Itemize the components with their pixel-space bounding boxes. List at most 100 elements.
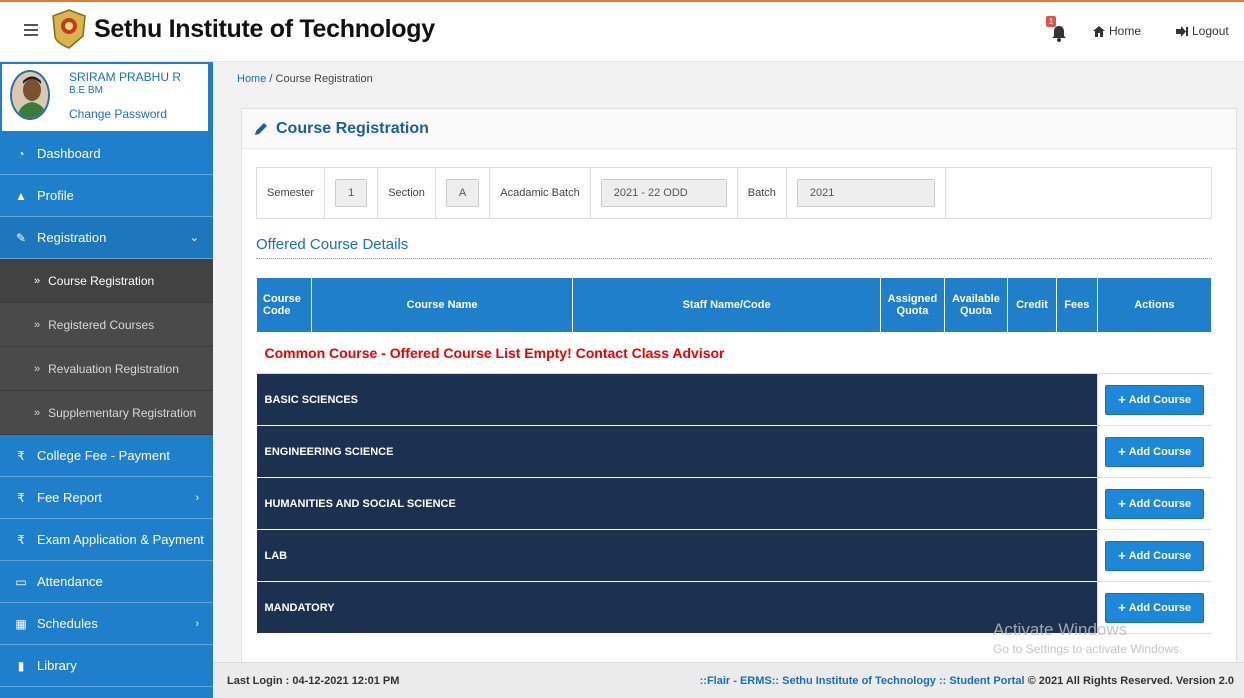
offered-course-table: Course Code Course Name Staff Name/Code … [255, 277, 1213, 634]
table-row: HUMANITIES AND SOCIAL SCIENCE + Add Cours… [256, 477, 1212, 530]
top-bar: Sethu Institute of Technology 1 Home Log… [0, 0, 1244, 62]
empty-list-message: Common Course - Offered Course List Empt… [256, 332, 1212, 374]
panel-header: Course Registration [242, 109, 1236, 149]
batch-field: 2021 [796, 179, 935, 207]
home-label: Home [1109, 24, 1142, 38]
copyright-text: © 2021 All Rights Reserved. Version 2.0 [1024, 675, 1234, 687]
sidebar-item-label: Dashboard [37, 146, 101, 161]
user-icon: ▲ [15, 188, 27, 203]
double-chevron-right-icon: » [34, 274, 41, 287]
sidebar-item-label: Exam Application & Payment [37, 532, 204, 547]
sidebar-item-label: Schedules [37, 616, 98, 631]
sidebar-item-label: Library [37, 658, 77, 673]
filter-row: Semester 1 Section A Acadamic Batch 2021… [256, 167, 1212, 219]
sidebar-item-college-fee[interactable]: ₹ College Fee - Payment [0, 435, 213, 477]
chevron-down-icon: ⌄ [189, 232, 199, 244]
sidebar-item-dashboard[interactable]: ◔ Dashboard [0, 133, 213, 175]
sidebar-item-registration[interactable]: ✎ Registration ⌄ [0, 217, 213, 259]
column-header: Fees [1055, 277, 1098, 333]
sidebar-item-label: Registered Courses [48, 317, 155, 332]
dashboard-icon: ◔ [17, 146, 25, 161]
logout-label: Logout [1192, 24, 1229, 38]
section-label: Section [388, 187, 425, 199]
plus-icon: + [1118, 548, 1126, 563]
avatar [10, 70, 50, 120]
edit-icon: ✎ [15, 230, 27, 245]
double-chevron-right-icon: » [34, 362, 41, 375]
column-header: Course Name [311, 277, 574, 333]
plus-icon: + [1118, 496, 1126, 511]
sidebar-item-label: Supplementary Registration [48, 405, 197, 420]
sidebar-item-schedules[interactable]: ▦ Schedules › [0, 603, 213, 645]
registration-submenu: » Course Registration » Registered Cours… [0, 259, 213, 435]
home-link[interactable]: Home [1093, 24, 1141, 38]
academic-batch-field: 2021 - 22 ODD [600, 179, 727, 207]
table-row: LAB + Add Course [256, 529, 1212, 582]
change-password-link[interactable]: Change Password [69, 107, 167, 121]
breadcrumb-home-link[interactable]: Home [237, 73, 266, 85]
page-title: Course Registration [276, 119, 429, 137]
semester-label: Semester [267, 187, 315, 199]
chevron-right-icon: › [195, 491, 199, 504]
double-chevron-right-icon: » [34, 318, 41, 331]
sidebar-item-fee-report[interactable]: ₹ Fee Report › [0, 477, 213, 519]
sidebar-item-profile[interactable]: ▲ Profile [0, 175, 213, 217]
sidebar-item-label: Fee Report [37, 490, 103, 505]
user-name: SRIRAM PRABHU R [69, 70, 182, 84]
footer: Last Login : 04-12-2021 12:01 PM ::Flair… [213, 662, 1244, 698]
add-course-button[interactable]: + Add Course [1105, 540, 1205, 571]
institute-logo [52, 9, 86, 49]
sidebar-item-label: Course Registration [48, 273, 155, 288]
column-header: Course Code [255, 277, 313, 333]
sidebar-item-label: Registration [37, 230, 107, 245]
sidebar-item-label: College Fee - Payment [37, 448, 170, 463]
add-course-button[interactable]: + Add Course [1105, 592, 1205, 623]
sidebar-item-label: Profile [37, 188, 74, 203]
table-row: BASIC SCIENCES + Add Course [256, 373, 1212, 426]
add-course-button[interactable]: + Add Course [1105, 488, 1205, 519]
user-panel: SRIRAM PRABHU R B.E BM Change Password [0, 62, 213, 133]
last-login: Last Login : 04-12-2021 12:01 PM [227, 675, 400, 687]
plus-icon: + [1118, 600, 1126, 615]
breadcrumb: Home / Course Registration [237, 73, 373, 85]
plus-icon: + [1118, 444, 1126, 459]
table-row: ENGINEERING SCIENCE + Add Course [256, 425, 1212, 478]
notification-bell[interactable]: 1 [1046, 16, 1070, 44]
sidebar-item-library[interactable]: ▮ Library [0, 645, 213, 687]
add-course-button[interactable]: + Add Course [1105, 384, 1205, 415]
menu-toggle-icon[interactable] [24, 24, 38, 38]
copyright: ::Flair - ERMS:: Sethu Institute of Tech… [700, 675, 1234, 687]
add-course-button[interactable]: + Add Course [1105, 436, 1205, 467]
course-registration-panel: Course Registration Semester 1 Section A… [241, 108, 1237, 668]
windows-activation-hint: Go to Settings to activate Windows. [993, 642, 1183, 656]
plus-icon: + [1118, 392, 1126, 407]
sidebar-item-exam-application[interactable]: ₹ Exam Application & Payment [0, 519, 213, 561]
sidebar-item-label: Revaluation Registration [48, 361, 179, 376]
sidebar-item-course-registration[interactable]: » Course Registration [0, 259, 213, 303]
sidebar-item-attendance[interactable]: ▭ Attendance [0, 561, 213, 603]
sidebar-item-revaluation-registration[interactable]: » Revaluation Registration [0, 347, 213, 391]
chevron-right-icon: › [195, 617, 199, 630]
category-label: MANDATORY [256, 581, 1098, 634]
calendar-icon: ▭ [15, 574, 27, 589]
portal-link[interactable]: ::Flair - ERMS:: Sethu Institute of Tech… [700, 675, 1025, 687]
batch-label: Batch [747, 187, 776, 199]
category-label: HUMANITIES AND SOCIAL SCIENCE [256, 477, 1098, 530]
logout-link[interactable]: Logout [1176, 24, 1229, 38]
academic-batch-label: Acadamic Batch [500, 187, 580, 199]
sidebar: SRIRAM PRABHU R B.E BM Change Password ◔… [0, 62, 213, 698]
sidebar-item-registered-courses[interactable]: » Registered Courses [0, 303, 213, 347]
book-icon: ▮ [17, 658, 25, 673]
offered-course-title: Offered Course Details [256, 236, 409, 253]
column-header: Actions [1096, 277, 1213, 333]
breadcrumb-current: / Course Registration [266, 73, 373, 85]
category-label: BASIC SCIENCES [256, 373, 1098, 426]
double-chevron-right-icon: » [34, 406, 41, 419]
main-content: Home / Course Registration Course Regist… [213, 62, 1244, 668]
windows-activation-watermark: Activate Windows [993, 620, 1128, 639]
sidebar-item-supplementary-registration[interactable]: » Supplementary Registration [0, 391, 213, 435]
table-row: Common Course - Offered Course List Empt… [256, 332, 1212, 374]
column-header: Available Quota [943, 277, 1009, 333]
app-title: Sethu Institute of Technology [94, 15, 435, 43]
pencil-icon [255, 122, 267, 135]
